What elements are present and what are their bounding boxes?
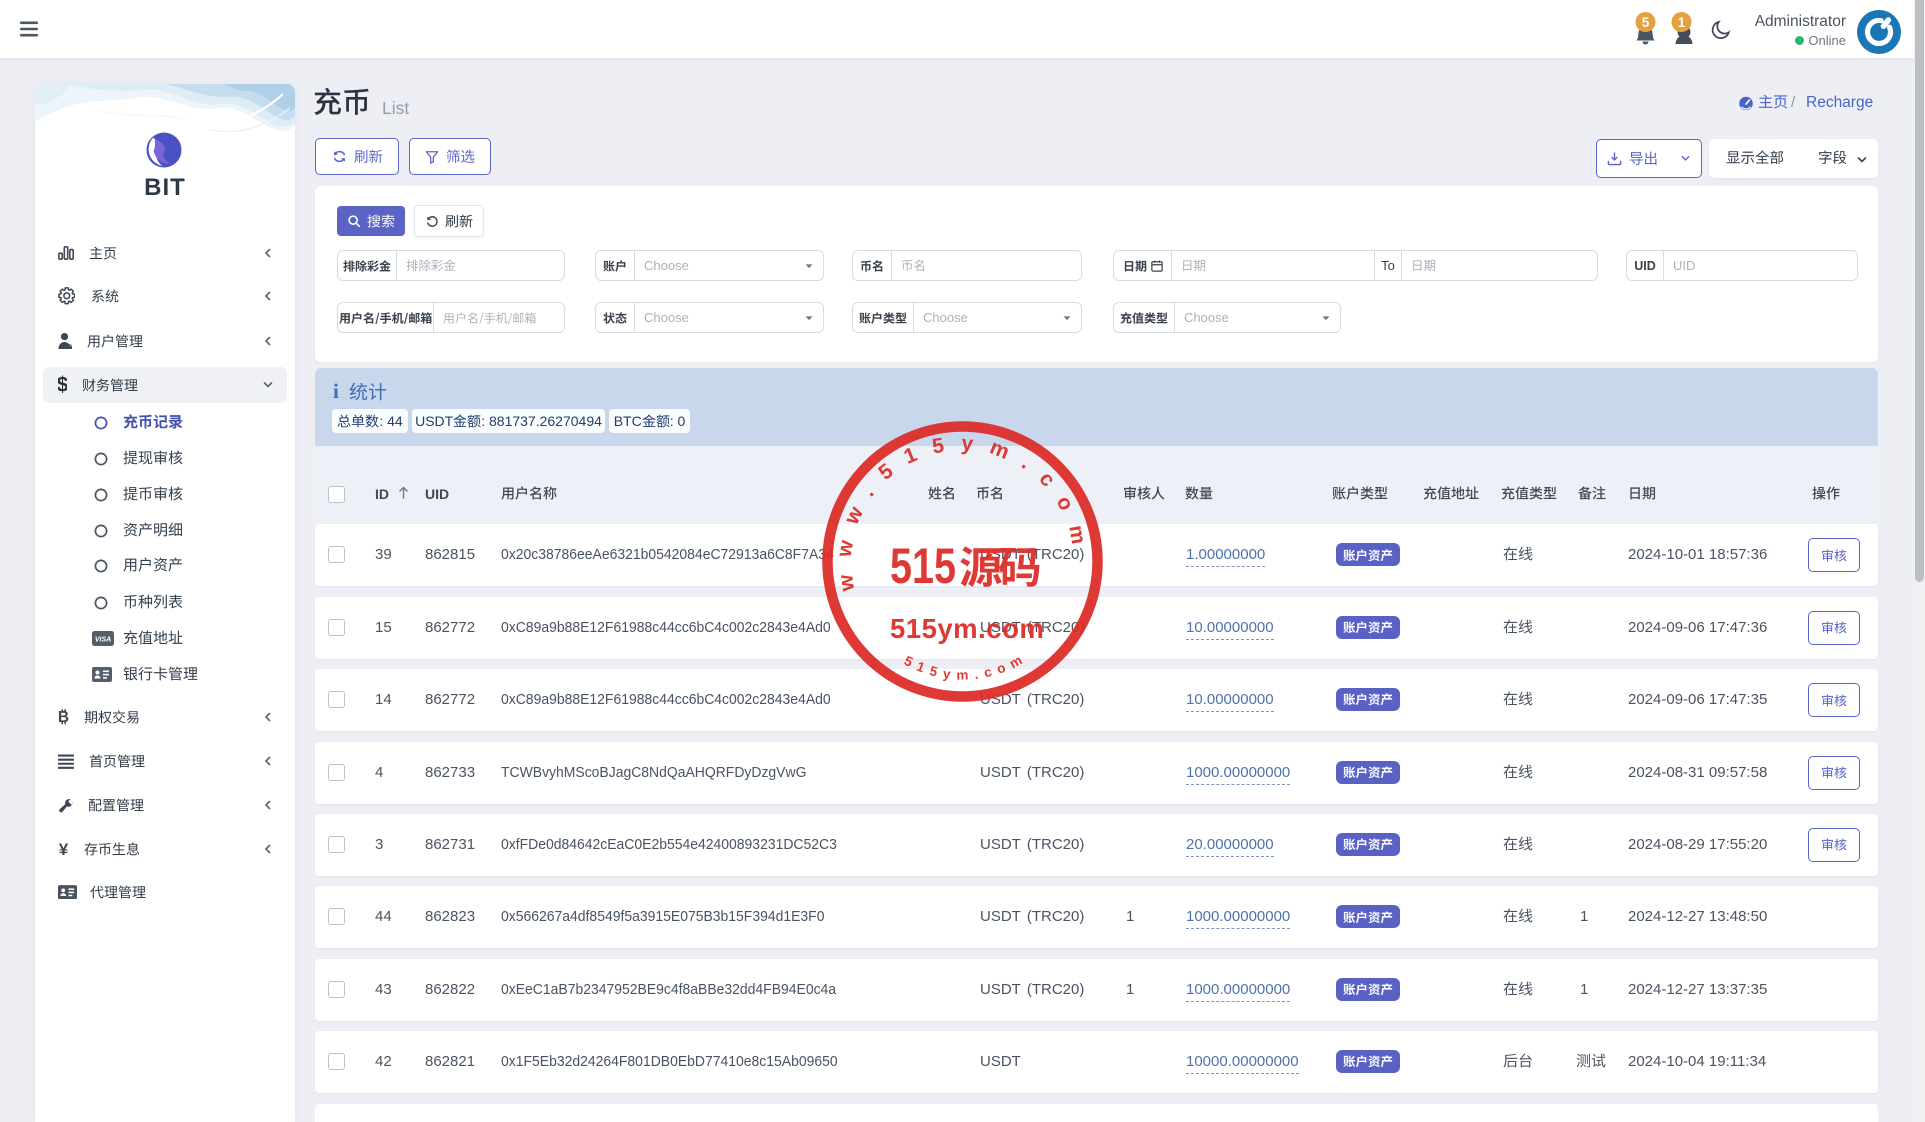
svg-text:VISA: VISA xyxy=(95,637,111,644)
svg-text:¥: ¥ xyxy=(58,840,68,858)
svg-text:515ym.com: 515ym.com xyxy=(902,649,1031,683)
svg-text:$: $ xyxy=(58,375,67,395)
svg-text:B: B xyxy=(58,709,69,726)
svg-text:515: 515 xyxy=(890,538,956,594)
svg-text:515ym.com: 515ym.com xyxy=(890,613,1044,644)
